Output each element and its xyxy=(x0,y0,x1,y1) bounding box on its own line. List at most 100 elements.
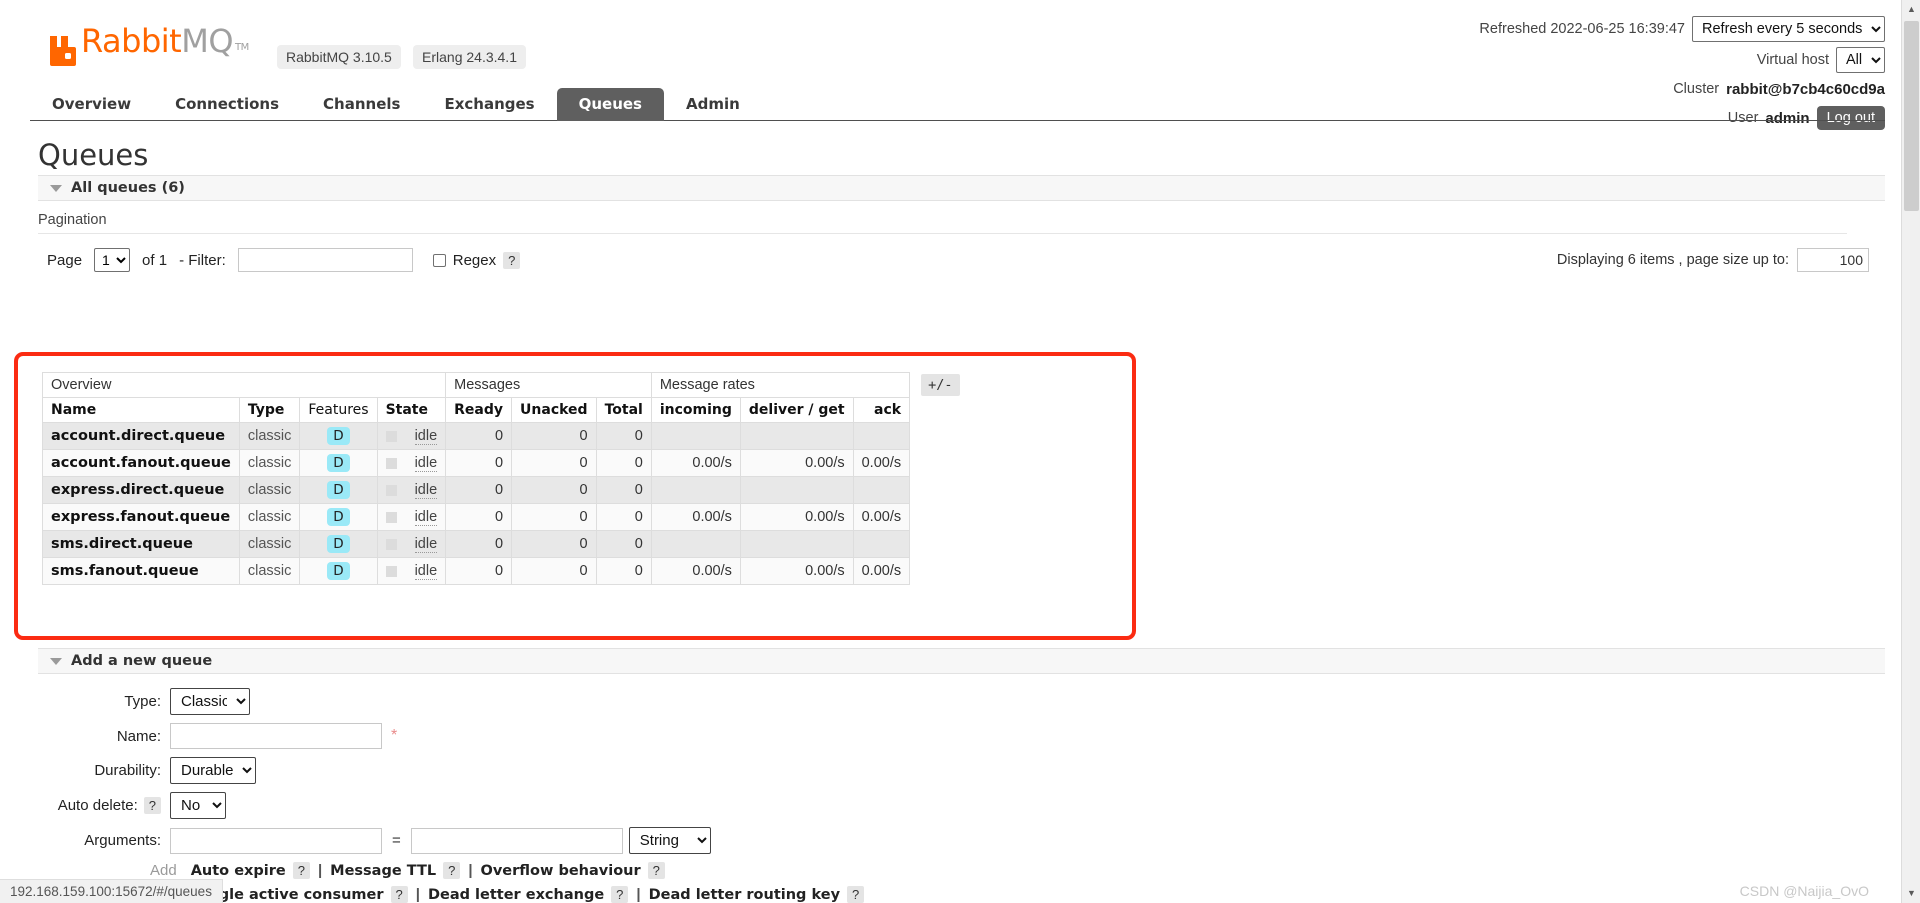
argument-presets-row-2: Single active consumer ? | Dead letter e… xyxy=(0,886,1901,903)
scroll-up-icon[interactable]: ▲ xyxy=(1902,0,1920,19)
col-type[interactable]: Type xyxy=(238,397,301,423)
argument-value-input[interactable] xyxy=(410,827,623,854)
argument-presets-row-1: Add Auto expire ? | Message TTL ? | Over… xyxy=(0,862,1901,879)
durable-badge: D xyxy=(327,481,350,499)
cell-queue-name[interactable]: account.direct.queue xyxy=(42,422,240,450)
refresh-interval-select[interactable]: Refresh every 5 seconds xyxy=(1692,16,1885,42)
dead-letter-exchange-help-icon[interactable]: ? xyxy=(611,886,629,903)
preset-dead-letter-exchange[interactable]: Dead letter exchange xyxy=(428,887,604,903)
auto-delete-help-icon[interactable]: ? xyxy=(143,797,161,814)
rabbitmq-logo[interactable]: RabbitMQ TM xyxy=(48,25,249,66)
table-row[interactable]: express.fanout.queue classic Didle 0 0 0 0.00/… xyxy=(42,503,911,531)
single-active-consumer-help-icon[interactable]: ? xyxy=(390,886,408,903)
vhost-select[interactable]: All xyxy=(1836,47,1885,73)
vertical-scrollbar[interactable]: ▲ ▼ xyxy=(1901,0,1920,903)
add-argument-link[interactable]: Add xyxy=(150,862,177,879)
overflow-behaviour-help-icon[interactable]: ? xyxy=(647,862,665,879)
cell-features: D xyxy=(299,476,378,504)
col-name[interactable]: Name xyxy=(42,397,240,423)
erlang-version-badge: Erlang 24.3.4.1 xyxy=(413,45,526,69)
rabbitmq-management-page: RabbitMQ TM RabbitMQ 3.10.5 Erlang 24.3.4… xyxy=(0,0,1920,903)
durability-select[interactable]: Durable xyxy=(170,757,256,784)
cell-queue-name[interactable]: account.fanout.queue xyxy=(42,449,240,477)
col-ready[interactable]: Ready xyxy=(445,397,513,423)
cell-queue-name[interactable]: sms.fanout.queue xyxy=(42,557,240,585)
cell-queue-type: classic xyxy=(238,422,301,450)
pagination-controls: Page 1 of 1 - Filter: Regex ? Displaying… xyxy=(0,234,1885,272)
regex-checkbox[interactable] xyxy=(432,253,446,267)
preset-overflow-behaviour[interactable]: Overflow behaviour xyxy=(481,863,641,879)
argument-key-input[interactable] xyxy=(170,827,382,854)
auto-expire-help-icon[interactable]: ? xyxy=(292,862,310,879)
cell-ready: 0 xyxy=(445,422,513,450)
add-queue-section-header[interactable]: Add a new queue xyxy=(38,648,1885,674)
cell-queue-type: classic xyxy=(238,530,301,558)
logo-text-rabbit: Rabbit xyxy=(81,22,182,60)
cell-queue-name[interactable]: express.fanout.queue xyxy=(42,503,240,531)
col-total[interactable]: Total xyxy=(595,397,652,423)
table-row[interactable]: account.direct.queue classic Didle 0 0 0 xyxy=(42,422,911,450)
cell-ack: 0.00/s xyxy=(852,557,911,585)
tab-connections[interactable]: Connections xyxy=(153,88,301,121)
page-title: Queues xyxy=(38,138,149,172)
tab-channels[interactable]: Channels xyxy=(301,88,422,121)
cell-queue-name[interactable]: express.direct.queue xyxy=(42,476,240,504)
equals-sign: = xyxy=(392,832,401,849)
table-row[interactable]: express.direct.queue classic Didle 0 0 0 xyxy=(42,476,911,504)
rabbit-logo-icon xyxy=(48,34,78,66)
filter-input[interactable] xyxy=(237,248,413,272)
col-features[interactable]: Features xyxy=(299,397,378,423)
page-of-label: of 1 xyxy=(142,251,168,269)
vhost-row: Virtual host All xyxy=(1479,47,1885,73)
pagination-label: Pagination xyxy=(38,212,107,228)
page-select[interactable]: 1 xyxy=(94,248,131,272)
col-state[interactable]: State xyxy=(376,397,447,423)
state-text: idle xyxy=(414,455,438,472)
scroll-down-icon[interactable]: ▼ xyxy=(1902,884,1920,903)
queue-type-select[interactable]: Classic xyxy=(170,688,250,715)
table-row[interactable]: sms.direct.queue classic Didle 0 0 0 xyxy=(42,530,911,558)
form-row-name: Name: * xyxy=(0,723,1901,749)
auto-delete-text: Auto delete: xyxy=(57,797,138,814)
col-ack[interactable]: ack xyxy=(852,397,911,423)
argument-type-select[interactable]: String xyxy=(628,827,711,854)
preset-message-ttl[interactable]: Message TTL xyxy=(330,863,436,879)
table-row[interactable]: sms.fanout.queue classic Didle 0 0 0 0.00/s 0.0… xyxy=(42,557,911,585)
cell-state: idle xyxy=(376,557,447,585)
page-size-input[interactable] xyxy=(1797,248,1869,272)
auto-delete-select[interactable]: No xyxy=(170,792,226,819)
queue-name-input[interactable] xyxy=(170,723,382,749)
scrollbar-thumb[interactable] xyxy=(1904,21,1919,211)
cell-state: idle xyxy=(376,476,447,504)
queues-table-body: account.direct.queue classic Didle 0 0 0 acco… xyxy=(42,422,911,585)
dead-letter-routing-key-help-icon[interactable]: ? xyxy=(847,886,865,903)
all-queues-section-header[interactable]: All queues (6) xyxy=(38,175,1885,201)
status-bar: 192.168.159.100:15672/#/queues xyxy=(0,879,223,903)
cell-ack: 0.00/s xyxy=(852,449,911,477)
col-incoming[interactable]: incoming xyxy=(650,397,741,423)
col-unacked[interactable]: Unacked xyxy=(511,397,597,423)
separator: | xyxy=(468,862,473,879)
tab-overview[interactable]: Overview xyxy=(30,88,153,121)
col-deliver-get[interactable]: deliver / get xyxy=(739,397,854,423)
durable-badge: D xyxy=(327,562,350,580)
auto-delete-label: Auto delete:? xyxy=(0,797,170,814)
column-picker-button[interactable]: +/- xyxy=(921,374,960,396)
cell-queue-name[interactable]: sms.direct.queue xyxy=(42,530,240,558)
tab-admin[interactable]: Admin xyxy=(664,88,762,121)
state-swatch-icon xyxy=(385,457,397,469)
tab-exchanges[interactable]: Exchanges xyxy=(422,88,556,121)
preset-auto-expire[interactable]: Auto expire xyxy=(191,863,286,879)
refresh-row: Refreshed 2022-06-25 16:39:47 Refresh ev… xyxy=(1479,16,1885,42)
tab-queues[interactable]: Queues xyxy=(556,88,664,121)
message-ttl-help-icon[interactable]: ? xyxy=(443,862,461,879)
preset-dead-letter-routing-key[interactable]: Dead letter routing key xyxy=(649,887,840,903)
table-row[interactable]: account.fanout.queue classic Didle 0 0 0 0.00/… xyxy=(42,449,911,477)
form-row-durability: Durability: Durable xyxy=(0,757,1901,784)
state-text: idle xyxy=(414,428,438,445)
watermark: CSDN @Naijia_OvO xyxy=(1739,883,1869,899)
regex-help-icon[interactable]: ? xyxy=(503,251,521,269)
cell-features: D xyxy=(299,449,378,477)
displaying-info: Displaying 6 items , page size up to: xyxy=(1557,248,1869,272)
chevron-down-icon xyxy=(50,657,62,665)
